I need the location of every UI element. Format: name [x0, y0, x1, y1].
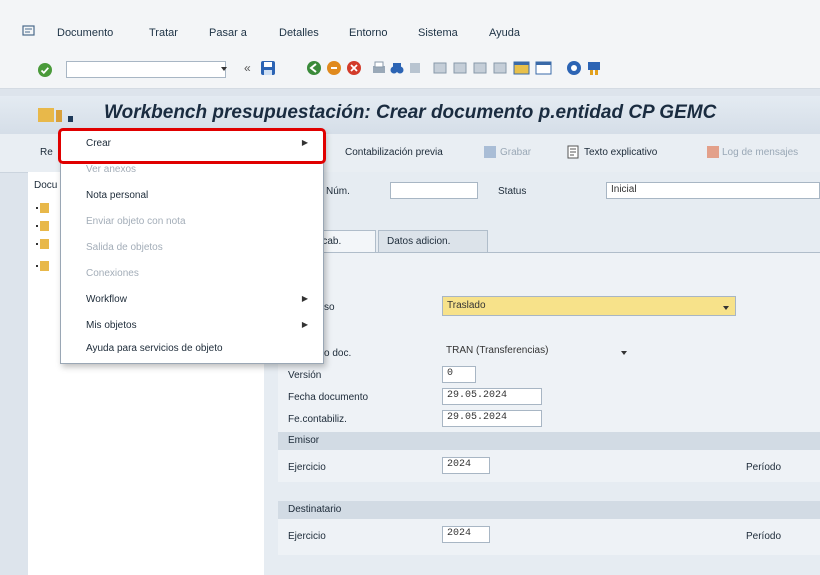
sender-fiscal-year-field[interactable]: 2024 [442, 457, 490, 474]
menu-item-label: Conexiones [86, 268, 139, 279]
menu-item-conexiones[interactable]: Conexiones [86, 268, 139, 279]
submenu-arrow-icon: ▶ [301, 294, 308, 303]
receiver-section-header: Destinatario [278, 501, 820, 519]
menu-bar: Documento Tratar Pasar a Detalles Entorn… [0, 0, 820, 56]
tree-header: Docu [34, 180, 58, 191]
sender-fiscal-year-label: Ejercicio [288, 462, 326, 473]
doc-number-field[interactable] [390, 182, 478, 199]
receiver-fiscal-year-field[interactable]: 2024 [442, 526, 490, 543]
menu-tratar[interactable]: Tratar [149, 27, 178, 39]
menu-item-label: Ver anexos [86, 164, 137, 175]
save-icon[interactable] [260, 60, 276, 76]
status-field: Inicial [606, 182, 820, 199]
text-icon[interactable] [566, 145, 580, 159]
find-next-icon[interactable] [407, 60, 423, 76]
menu-item-nota-personal[interactable]: Nota personal [86, 190, 148, 201]
version-field[interactable]: 0 [442, 366, 476, 383]
menu-item-enviar-objeto[interactable]: Enviar objeto con nota [86, 216, 186, 227]
new-session-icon[interactable] [513, 60, 531, 76]
menu-item-ayuda-servicios[interactable]: Ayuda para servicios de objeto [86, 343, 223, 354]
previous-page-icon[interactable] [452, 60, 468, 76]
folder-icon[interactable] [36, 238, 50, 250]
exit-icon[interactable] [326, 60, 342, 76]
menu-item-label: Ayuda para servicios de objeto [86, 343, 223, 354]
print-icon[interactable] [371, 60, 387, 76]
doc-type-dropdown-arrow-icon[interactable] [620, 348, 628, 356]
cancel-icon[interactable] [346, 60, 362, 76]
menu-item-salida-objetos[interactable]: Salida de objetos [86, 242, 163, 253]
sender-section [278, 450, 820, 482]
grabar-button[interactable]: Grabar [500, 147, 531, 158]
document-folder-icon [38, 106, 78, 124]
tab-content [278, 252, 820, 433]
receiver-period-label: Período [746, 531, 782, 542]
doc-type-label: o doc. [324, 348, 352, 359]
sap-menu-icon[interactable] [22, 25, 36, 37]
command-field[interactable] [66, 61, 226, 78]
preview-posting-button[interactable]: Contabilización previa [345, 147, 443, 158]
posting-date-label: Fe.contabiliz. [288, 414, 347, 425]
command-dropdown-icon[interactable] [220, 64, 228, 72]
folder-icon[interactable] [36, 202, 50, 214]
log-icon[interactable] [706, 145, 720, 159]
process-dropdown-arrow-icon[interactable] [722, 303, 730, 311]
version-label: Versión [288, 370, 322, 381]
menu-sistema[interactable]: Sistema [418, 27, 458, 39]
menu-item-mis-objetos[interactable]: Mis objetos ▶ [86, 320, 316, 331]
process-dropdown[interactable]: Traslado [442, 296, 736, 316]
menu-entorno[interactable]: Entorno [349, 27, 388, 39]
shortcut-icon[interactable] [535, 60, 553, 76]
grabar-icon[interactable] [483, 145, 497, 159]
back-icon[interactable] [306, 60, 322, 76]
sender-section-header: Emisor [278, 432, 820, 450]
doc-date-label: Fecha documento [288, 392, 369, 403]
doc-type-dropdown[interactable]: TRAN (Transferencias) [442, 344, 634, 361]
status-label: Status [498, 186, 527, 197]
page-title: Workbench presupuestación: Crear documen… [104, 102, 717, 123]
menu-item-label: Nota personal [86, 190, 149, 201]
collapse-icon[interactable]: « [244, 62, 256, 74]
tab-additional-data[interactable]: Datos adicion. [378, 230, 488, 252]
menu-item-label: Mis objetos [86, 320, 137, 331]
first-page-icon[interactable] [432, 60, 448, 76]
menu-item-label: Workflow [86, 294, 127, 305]
standard-toolbar: « [0, 56, 820, 89]
folder-icon[interactable] [36, 260, 50, 272]
app-toolbar-cut-label[interactable]: Re [40, 147, 53, 158]
doc-date-field[interactable]: 29.05.2024 [442, 388, 542, 405]
menu-item-workflow[interactable]: Workflow ▶ [86, 294, 316, 305]
folder-icon[interactable] [36, 220, 50, 232]
services-context-menu: Crear ▶ Ver anexos Nota personal Enviar o… [60, 130, 324, 364]
help-icon[interactable] [566, 60, 582, 76]
explanatory-text-button[interactable]: Texto explicativo [584, 147, 657, 158]
receiver-fiscal-year-label: Ejercicio [288, 531, 326, 542]
posting-date-field[interactable]: 29.05.2024 [442, 410, 542, 427]
find-icon[interactable] [389, 60, 405, 76]
menu-item-ver-anexos[interactable]: Ver anexos [86, 164, 136, 175]
doc-number-label: Núm. [326, 186, 350, 197]
submenu-arrow-icon: ▶ [301, 320, 308, 329]
enter-check-icon[interactable] [37, 62, 53, 78]
next-page-icon[interactable] [472, 60, 488, 76]
receiver-section [278, 519, 820, 555]
message-log-button[interactable]: Log de mensajes [722, 147, 798, 158]
last-page-icon[interactable] [492, 60, 508, 76]
menu-detalles[interactable]: Detalles [279, 27, 319, 39]
menu-ayuda[interactable]: Ayuda [489, 27, 520, 39]
highlight-box [58, 128, 326, 164]
menu-documento[interactable]: Documento [57, 27, 113, 39]
process-label: so [324, 302, 335, 313]
menu-item-label: Enviar objeto con nota [86, 216, 186, 227]
customize-layout-icon[interactable] [586, 60, 602, 76]
menu-pasar-a[interactable]: Pasar a [209, 27, 247, 39]
menu-item-label: Salida de objetos [86, 242, 163, 253]
sender-period-label: Período [746, 462, 782, 473]
